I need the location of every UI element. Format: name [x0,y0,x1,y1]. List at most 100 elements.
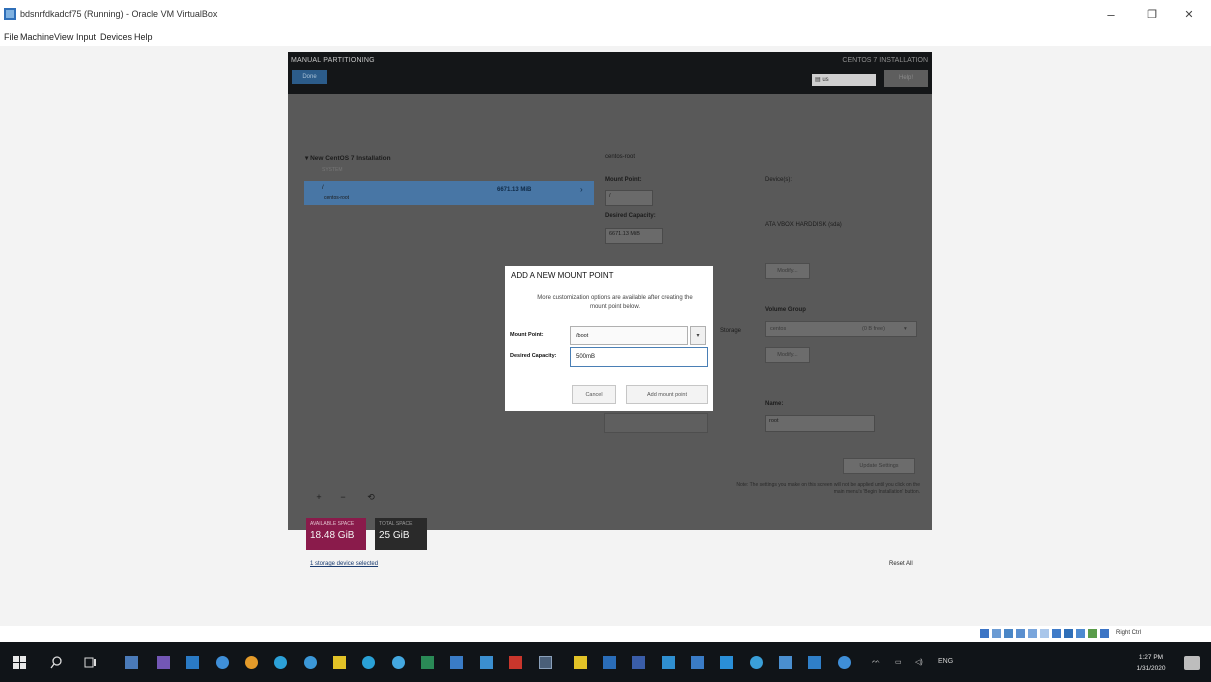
help-button[interactable]: Help! [884,70,928,87]
vbox-status-tray: Right Ctrl [980,629,1211,641]
dialog-info-text: More customization options are available… [537,295,693,310]
done-button[interactable]: Done [292,70,327,84]
remove-mount-point-button[interactable]: − [336,490,350,504]
menu-input[interactable]: Input [76,32,96,42]
update-settings-button[interactable]: Update Settings [843,458,915,474]
close-button[interactable]: ✕ [1175,6,1203,24]
page-title: MANUAL PARTITIONING [291,57,375,64]
keyboard-layout-indicator[interactable]: ▤ us [812,74,876,86]
dialog-capacity-input[interactable]: 500mB [570,347,708,367]
network-tray-icon[interactable]: ▭ [895,658,902,666]
shared-folders-icon[interactable] [1040,629,1049,638]
recording-icon[interactable] [1064,629,1073,638]
chrome-icon[interactable] [274,656,287,669]
mount-point-field[interactable]: / [605,190,653,206]
keyboard-layout-value: us [822,77,829,83]
desired-capacity-field[interactable]: 6671.13 MiB [605,228,663,244]
modify-volume-group-button[interactable]: Modify... [765,347,810,363]
excel-icon[interactable] [421,656,434,669]
usb-icon[interactable] [1028,629,1037,638]
word-icon[interactable] [450,656,463,669]
task-view-icon[interactable] [84,656,97,669]
menu-machine[interactable]: Machine [20,32,54,42]
windows-taskbar: ᨓ ▭ ◁) ENG 1:27 PM 1/31/2020 [0,642,1211,682]
chevron-down-icon: ▾ [696,333,700,339]
minimize-button[interactable]: – [1097,6,1125,24]
hard-disk-icon[interactable] [980,629,989,638]
modify-devices-button[interactable]: Modify... [765,263,810,279]
restore-button[interactable]: ❐ [1138,6,1166,24]
installer-header: MANUAL PARTITIONING Done CENTOS 7 INSTAL… [288,52,932,94]
dialog-capacity-label: Desired Capacity: [510,353,557,359]
available-space-box: AVAILABLE SPACE 18.48 GiB [306,518,366,550]
add-mount-point-button[interactable]: + [312,490,326,504]
refresh-icon[interactable]: ⟲ [364,490,378,504]
device-type-storage-label: Storage [720,328,742,334]
dialog-add-mount-point-button[interactable]: Add mount point [626,385,708,404]
app-icon-blue[interactable] [392,656,405,669]
storage-devices-link[interactable]: 1 storage device selected [310,561,378,567]
installation-tree-header[interactable]: ▾ New CentOS 7 Installation [305,154,391,162]
browser-icon[interactable] [304,656,317,669]
outlook-icon[interactable] [186,656,199,669]
store-icon[interactable] [480,656,493,669]
app-icon-circle[interactable] [750,656,763,669]
clock-time: 1:27 PM [1138,654,1164,661]
selected-device-header: centos-root [605,154,636,160]
app-icon-azure[interactable] [720,656,733,669]
taskbar-clock[interactable]: 1:27 PM 1/31/2020 [1130,652,1172,674]
dialog-cancel-button[interactable]: Cancel [572,385,616,404]
mouse-integration-icon[interactable] [1088,629,1097,638]
sticky-notes-icon[interactable] [333,656,346,669]
app-icon-cyan[interactable] [362,656,375,669]
volume-group-value: centos [770,326,787,332]
virtualbox-icon [4,8,16,20]
virtualbox-taskbar-icon[interactable] [539,656,552,669]
file-explorer-icon[interactable] [125,656,138,669]
windows-start-icon[interactable] [13,656,26,669]
app-icon-person[interactable] [779,656,792,669]
app-icon-steel[interactable] [691,656,704,669]
menu-help[interactable]: Help [134,32,153,42]
search-icon[interactable] [50,656,63,669]
screen: bdsnrfdkadcf75 (Running) - Oracle VM Vir… [0,0,1211,682]
volume-group-select[interactable]: centos (0 B free) ▾ [765,321,917,337]
notification-center-icon[interactable] [1184,656,1200,670]
app-icon-navy[interactable] [632,656,645,669]
edge-icon[interactable] [216,656,229,669]
cpu-icon[interactable] [1076,629,1085,638]
menu-devices[interactable]: Devices [100,32,132,42]
dialog-mount-point-dropdown-button[interactable]: ▾ [690,326,706,345]
menu-view[interactable]: View [54,32,73,42]
app-icon-dark-blue[interactable] [603,656,616,669]
window-titlebar: bdsnrfdkadcf75 (Running) - Oracle VM Vir… [0,0,1211,30]
dialog-mount-point-label: Mount Point: [510,332,544,338]
reset-all-button[interactable]: Reset All [889,561,913,567]
label-field[interactable] [604,413,708,433]
audio-icon[interactable] [1004,629,1013,638]
filezilla-icon[interactable] [509,656,522,669]
available-space-label: AVAILABLE SPACE [310,521,355,527]
keyboard-capture-icon[interactable] [1100,629,1109,638]
mount-point-row-root[interactable]: / centos-root 6671.13 MiB › [304,181,594,205]
total-space-value: 25 GiB [379,530,410,541]
firefox-icon[interactable] [245,656,258,669]
mount-point-path: / [322,185,324,191]
dialog-mount-point-combo[interactable]: /boot [570,326,688,345]
volume-group-free: (0 B free) [862,326,885,332]
name-field[interactable]: root [765,415,875,432]
people-icon[interactable]: ᨓ [872,658,880,666]
mount-point-label: Mount Point: [605,177,642,183]
language-indicator[interactable]: ENG [938,658,953,665]
optical-drive-icon[interactable] [992,629,1001,638]
available-space-value: 18.48 GiB [310,530,355,541]
network-icon[interactable] [1016,629,1025,638]
onenote-icon[interactable] [157,656,170,669]
app-icon-gear[interactable] [808,656,821,669]
app-icon-dot[interactable] [838,656,851,669]
menu-file[interactable]: File [4,32,19,42]
app-icon-yellow[interactable] [574,656,587,669]
display-icon[interactable] [1052,629,1061,638]
app-icon-sky[interactable] [662,656,675,669]
volume-icon[interactable]: ◁) [915,658,923,666]
